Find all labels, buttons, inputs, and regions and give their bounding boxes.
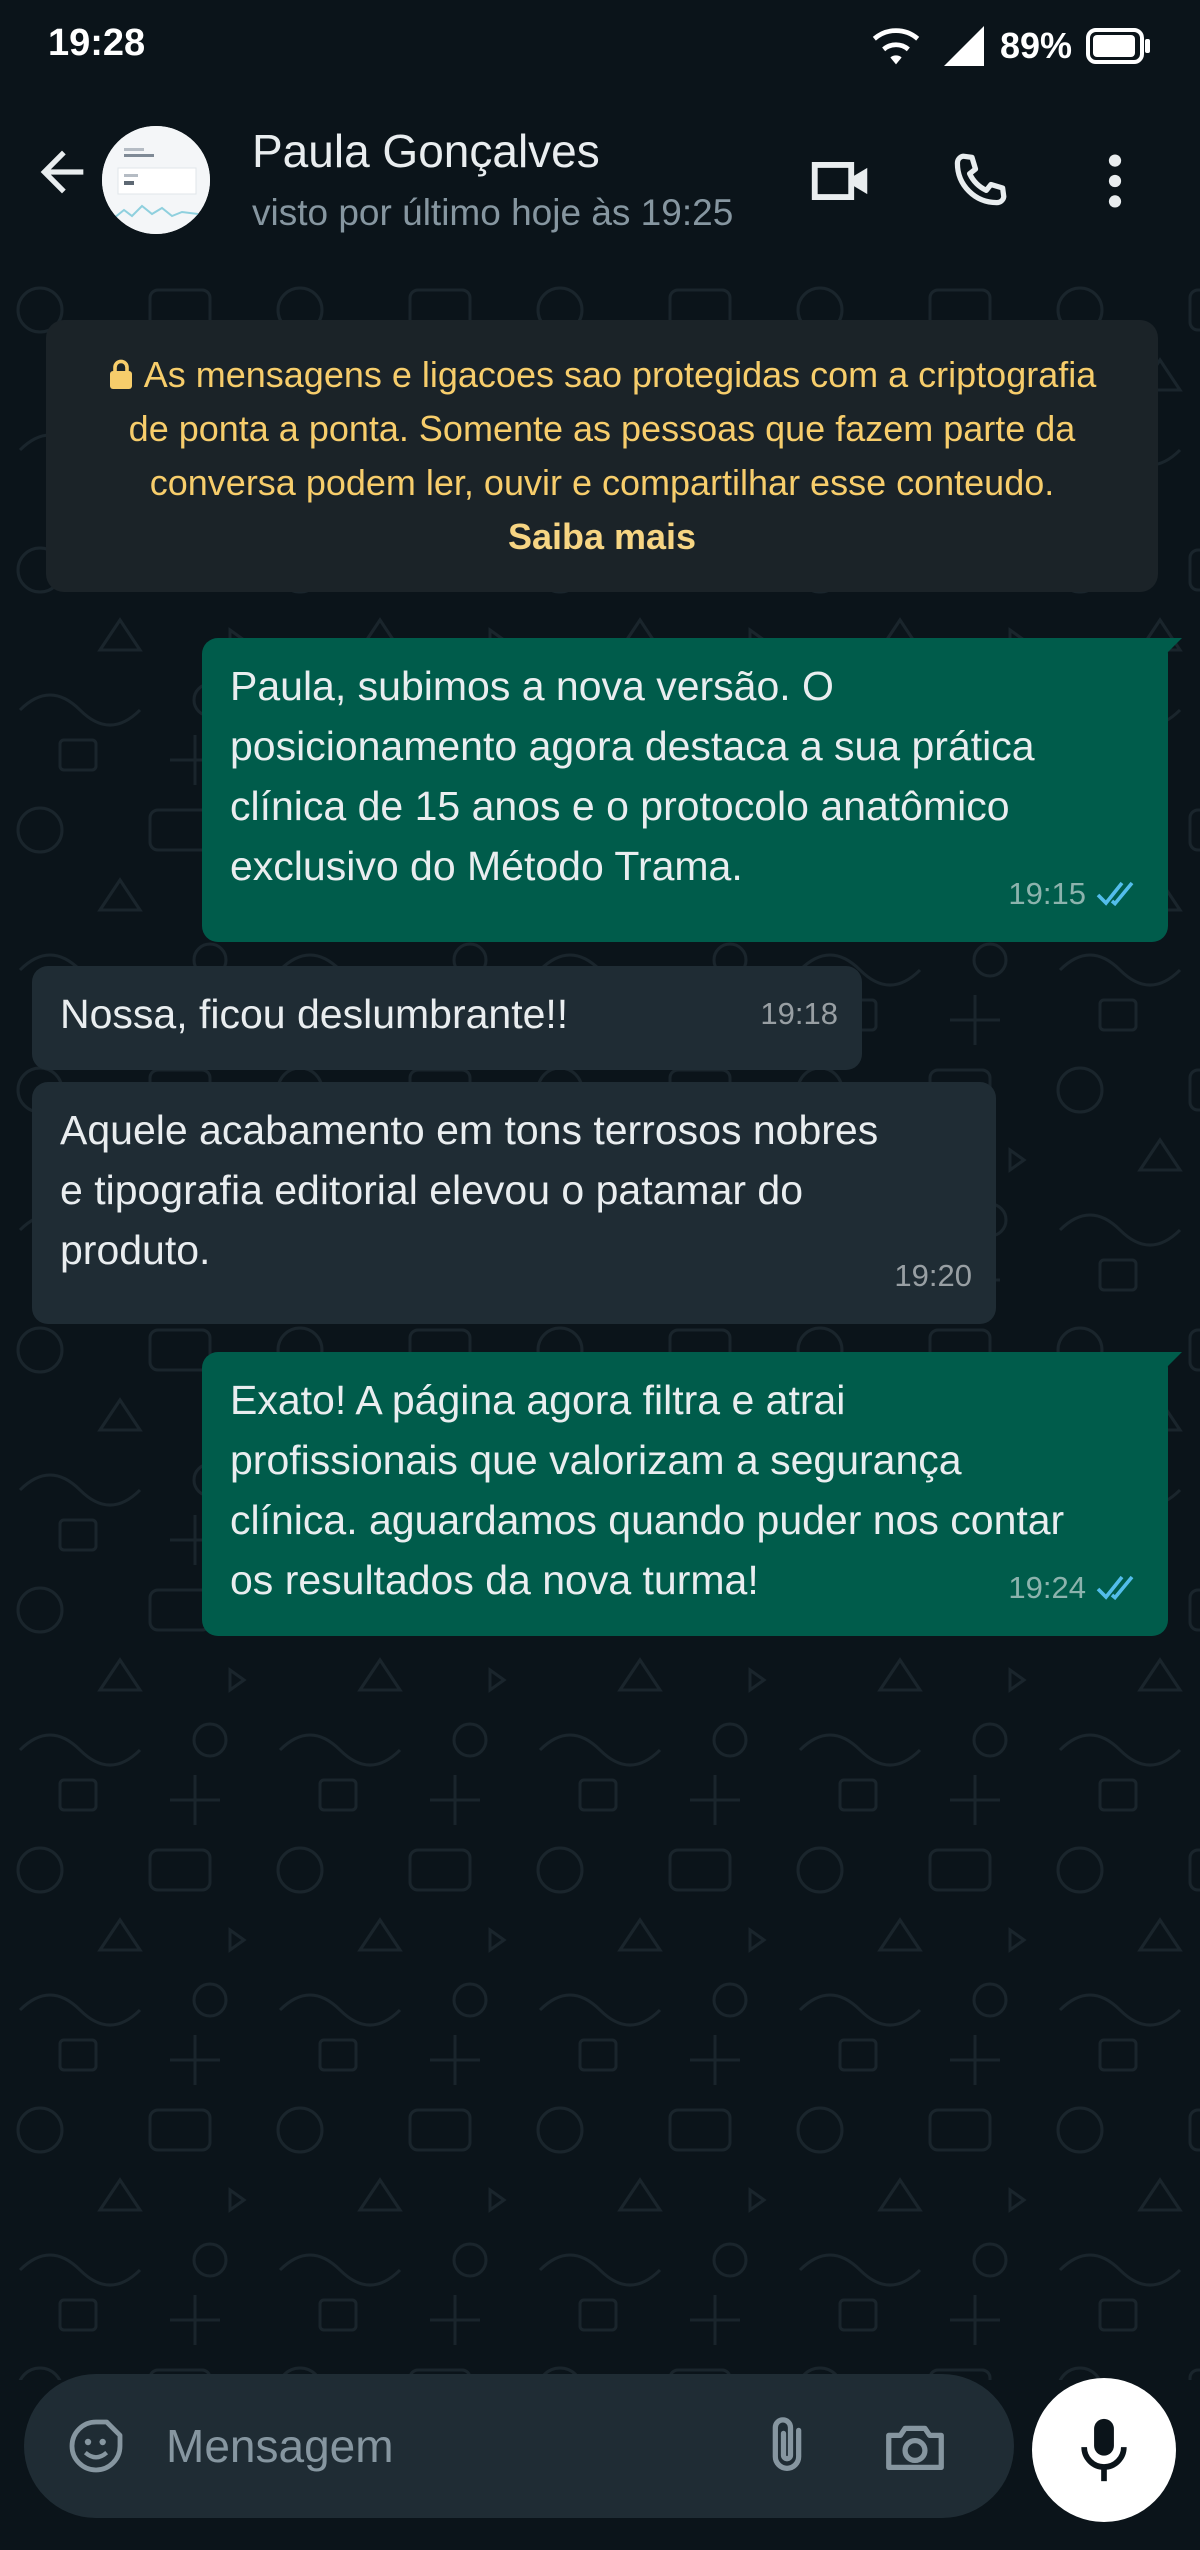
contact-name[interactable]: Paula Gonçalves (252, 124, 600, 178)
message-time: 19:20 (894, 1258, 972, 1293)
encryption-notice[interactable]: As mensagens e ligacoes sao protegidas c… (46, 320, 1158, 592)
message-bubble-outgoing[interactable]: Paula, subimos a nova versão. O posicion… (202, 638, 1182, 942)
battery-icon (1086, 28, 1150, 64)
message-time: 19:18 (760, 996, 838, 1031)
read-receipt-icon (1096, 1575, 1134, 1601)
message-composer (24, 2374, 1014, 2518)
status-bar: 19:28 89% (0, 0, 1200, 90)
encryption-notice-text: As mensagens e ligacoes sao protegidas c… (128, 354, 1097, 503)
status-icons: 89% (870, 18, 1152, 74)
message-input[interactable] (166, 2410, 726, 2482)
message-time: 19:15 (1008, 876, 1086, 911)
message-bubble-incoming[interactable]: Aquele acabamento em tons terrosos nobre… (32, 1082, 996, 1324)
bubble-tail (1152, 1352, 1182, 1382)
signal-icon (943, 26, 984, 66)
chat-area[interactable]: As mensagens e ligacoes sao protegidas c… (0, 270, 1200, 2380)
voice-call-icon[interactable] (944, 146, 1014, 216)
learn-more-link[interactable]: Saiba mais (508, 516, 696, 557)
message-text: Exato! A página agora filtra e atrai pro… (230, 1377, 1065, 1603)
sticker-emoji-icon[interactable] (64, 2414, 128, 2478)
read-receipt-icon (1096, 881, 1134, 907)
back-arrow-icon[interactable] (30, 140, 94, 204)
contact-last-seen: visto por último hoje às 19:25 (252, 192, 734, 233)
battery-percent: 89% (999, 25, 1072, 66)
message-meta: 19:24 (1008, 1558, 1144, 1618)
camera-icon[interactable] (880, 2412, 950, 2482)
video-call-icon[interactable] (806, 146, 876, 216)
lock-icon (109, 359, 132, 389)
message-bubble-incoming[interactable]: Nossa, ficou deslumbrante!! 19:18 (32, 966, 862, 1070)
message-bubble-outgoing[interactable]: Exato! A página agora filtra e atrai pro… (202, 1352, 1182, 1636)
wifi-icon (872, 28, 920, 65)
avatar[interactable] (102, 126, 210, 234)
avatar-image (102, 126, 210, 234)
more-vert-icon[interactable] (1080, 146, 1150, 216)
message-meta: 19:20 (894, 1246, 972, 1306)
chat-header: Paula Gonçalves visto por último hoje às… (0, 90, 1200, 270)
message-text: Nossa, ficou deslumbrante!! (60, 991, 569, 1037)
bubble-tail (1152, 638, 1182, 668)
message-meta: 19:18 (760, 984, 838, 1044)
status-time: 19:28 (48, 22, 146, 64)
message-text: Aquele acabamento em tons terrosos nobre… (60, 1107, 879, 1273)
voice-message-button[interactable] (1032, 2378, 1176, 2522)
paperclip-icon[interactable] (752, 2410, 822, 2480)
message-meta: 19:15 (1008, 864, 1144, 924)
message-time: 19:24 (1008, 1570, 1086, 1605)
microphone-icon (1081, 2418, 1127, 2482)
message-text: Paula, subimos a nova versão. O posicion… (230, 663, 1035, 889)
